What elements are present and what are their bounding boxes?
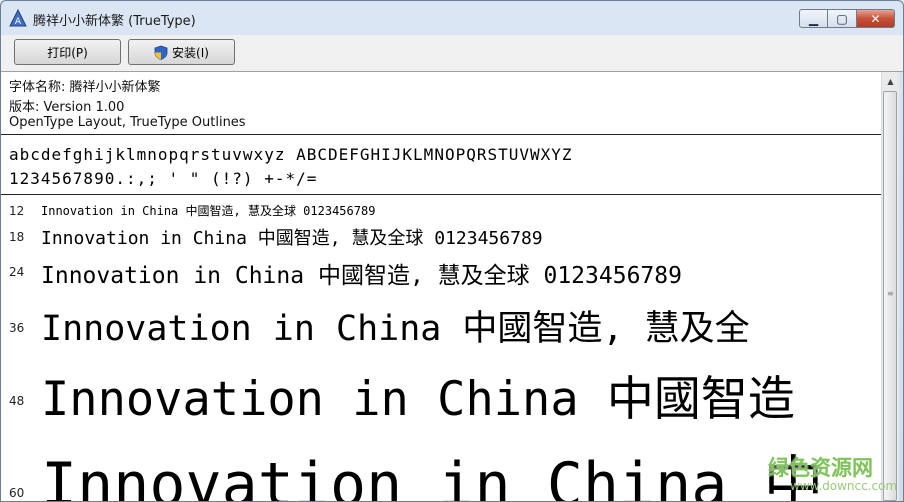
sample-text: Innovation in China 中國智造, 慧及全 [41,309,750,349]
font-version-line: 版本: Version 1.00 [9,100,125,115]
charset-digits: 1234567890.:,; ' " (!?) +-*/= [9,169,318,188]
minimize-icon: ▁ [808,11,819,26]
sample-size-label: 24 [9,265,25,279]
sample-text: Innovation in China 中國智造, 慧及全球 012345678… [41,228,543,249]
charset-letters: abcdefghijklmnopqrstuvwxyz ABCDEFGHIJKLM… [9,145,573,164]
font-format-line: OpenType Layout, TrueType Outlines [9,115,246,130]
sample-size-label: 18 [9,230,25,244]
scroll-up-arrow-icon[interactable]: ▲ [882,73,899,90]
sample-size-label: 12 [9,204,25,218]
watermark-logo: 绿色资源网 www.downcc.com [768,452,897,496]
sample-text: Innovation in China 中國智造, 慧及全球 012345678… [41,204,376,218]
install-button-label: 安装(I) [172,45,209,60]
divider [1,194,881,195]
svg-text:A: A [15,17,22,27]
window-title: 腾祥小小新体繁 (TrueType) [33,14,196,29]
sample-text: Innovation in China 中 [41,450,824,502]
sample-size-label: 60 [9,486,25,500]
grip-icon: ≡ [887,289,894,298]
close-button[interactable]: ✕ [857,9,895,28]
sample-size-label: 36 [9,321,25,335]
font-name-line: 字体名称: 腾祥小小新体繁 [9,80,161,95]
toolbar: 打印(P) 安装(I) [1,35,903,72]
watermark-text: 绿色资源网 [768,456,873,480]
scrollbar-thumb[interactable]: ≡ [883,91,897,501]
watermark-url: www.downcc.com [790,479,898,493]
minimize-button[interactable]: ▁ [799,9,828,28]
sample-text: Innovation in China 中國智造, 慧及全球 012345678… [41,263,682,289]
maximize-icon: ▢ [836,11,848,26]
print-button[interactable]: 打印(P) [14,39,121,65]
maximize-button[interactable]: ▢ [828,9,857,28]
sample-size-label: 48 [9,394,25,408]
divider [1,134,881,135]
print-button-label: 打印(P) [47,45,88,60]
install-button[interactable]: 安装(I) [128,39,235,65]
sample-text: Innovation in China 中國智造 [41,372,795,427]
title-bar[interactable]: A 腾祥小小新体繁 (TrueType) ▁ ▢ ✕ [1,1,903,35]
font-preview-area: 字体名称: 腾祥小小新体繁 版本: Version 1.00 OpenType … [1,72,881,502]
font-app-icon: A [9,9,27,27]
close-icon: ✕ [870,11,881,26]
font-viewer-window: A 腾祥小小新体繁 (TrueType) ▁ ▢ ✕ 打印(P) 安装(I) 字… [0,0,904,502]
shield-icon [154,45,168,60]
vertical-scrollbar[interactable]: ▲ ≡ [881,72,899,501]
